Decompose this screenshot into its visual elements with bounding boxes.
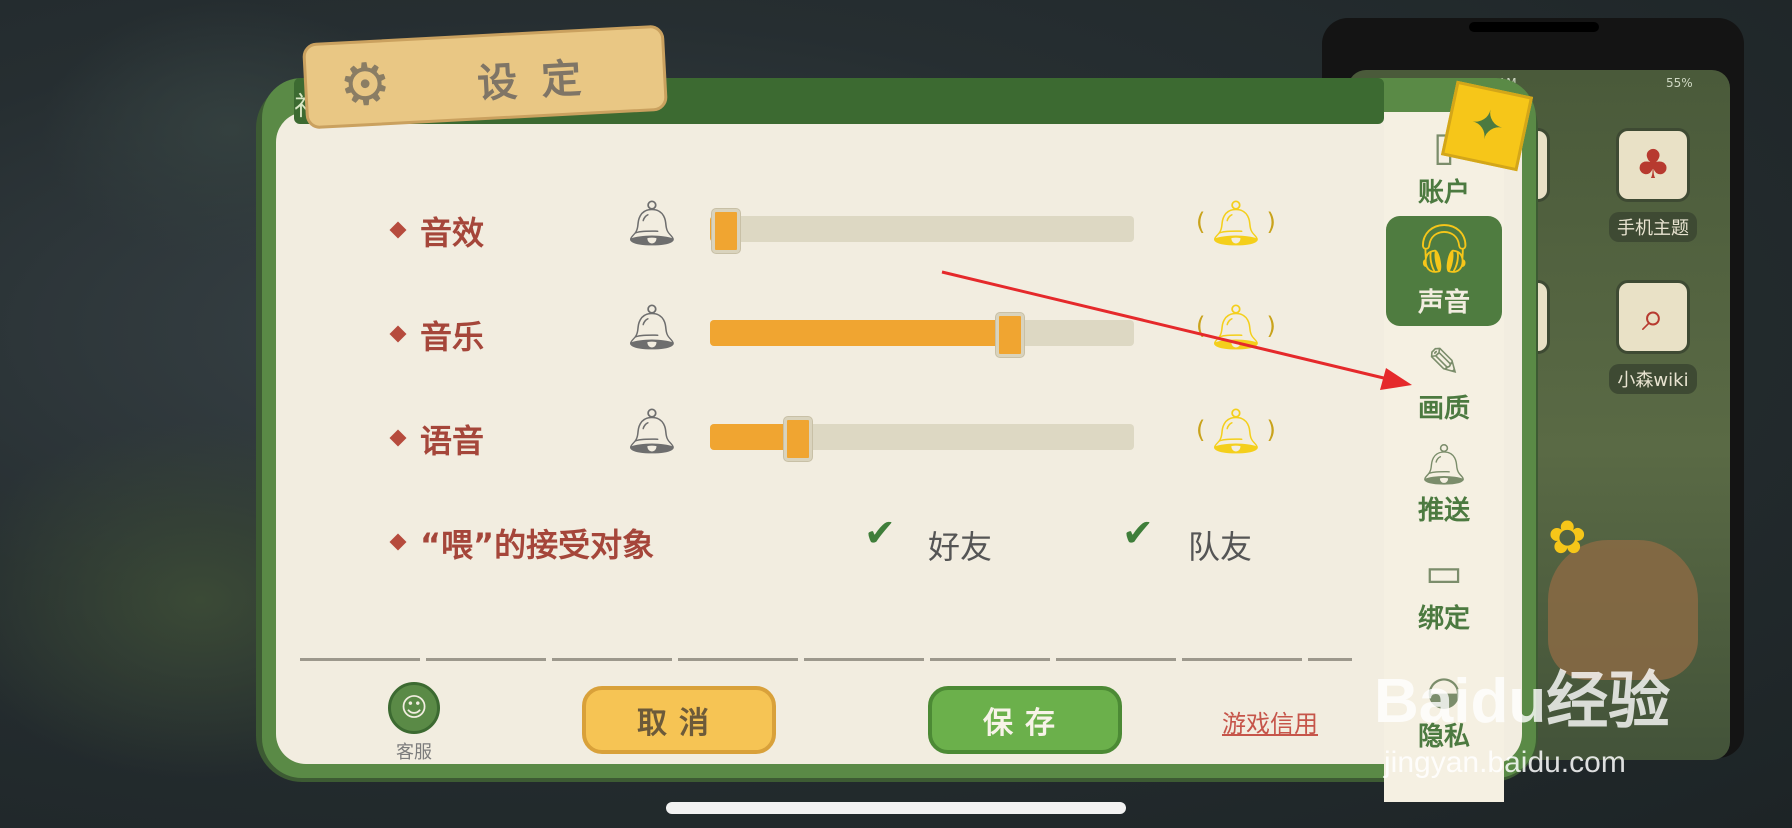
watermark-logo: Baidu经验: [1374, 667, 1671, 736]
home-indicator[interactable]: [666, 802, 1126, 814]
watermark-url: jingyan.baidu.com: [1384, 746, 1626, 779]
